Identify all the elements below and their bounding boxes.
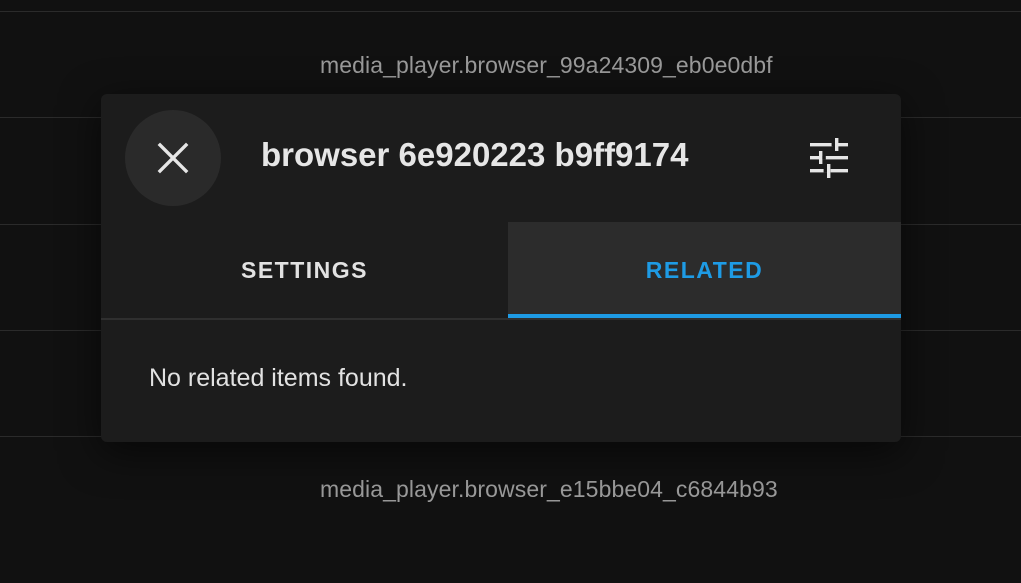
tab-settings[interactable]: SETTINGS bbox=[101, 222, 508, 318]
entity-dialog: browser 6e920223 b9ff9174 SETTINGS RELAT… bbox=[101, 94, 901, 442]
close-button[interactable] bbox=[125, 110, 221, 206]
tab-related[interactable]: RELATED bbox=[508, 222, 901, 318]
related-empty-message: No related items found. bbox=[149, 364, 408, 392]
dialog-header: browser 6e920223 b9ff9174 bbox=[101, 94, 901, 222]
entity-settings-button[interactable] bbox=[799, 128, 859, 188]
active-tab-indicator bbox=[508, 314, 901, 318]
row-divider bbox=[0, 11, 1021, 12]
dialog-tabs: SETTINGS RELATED bbox=[101, 222, 901, 320]
entity-id-label: media_player.browser_e15bbe04_c6844b93 bbox=[320, 476, 778, 502]
entity-id-label: media_player.browser_99a24309_eb0e0dbf bbox=[320, 52, 773, 78]
dialog-title: browser 6e920223 b9ff9174 bbox=[261, 136, 689, 173]
